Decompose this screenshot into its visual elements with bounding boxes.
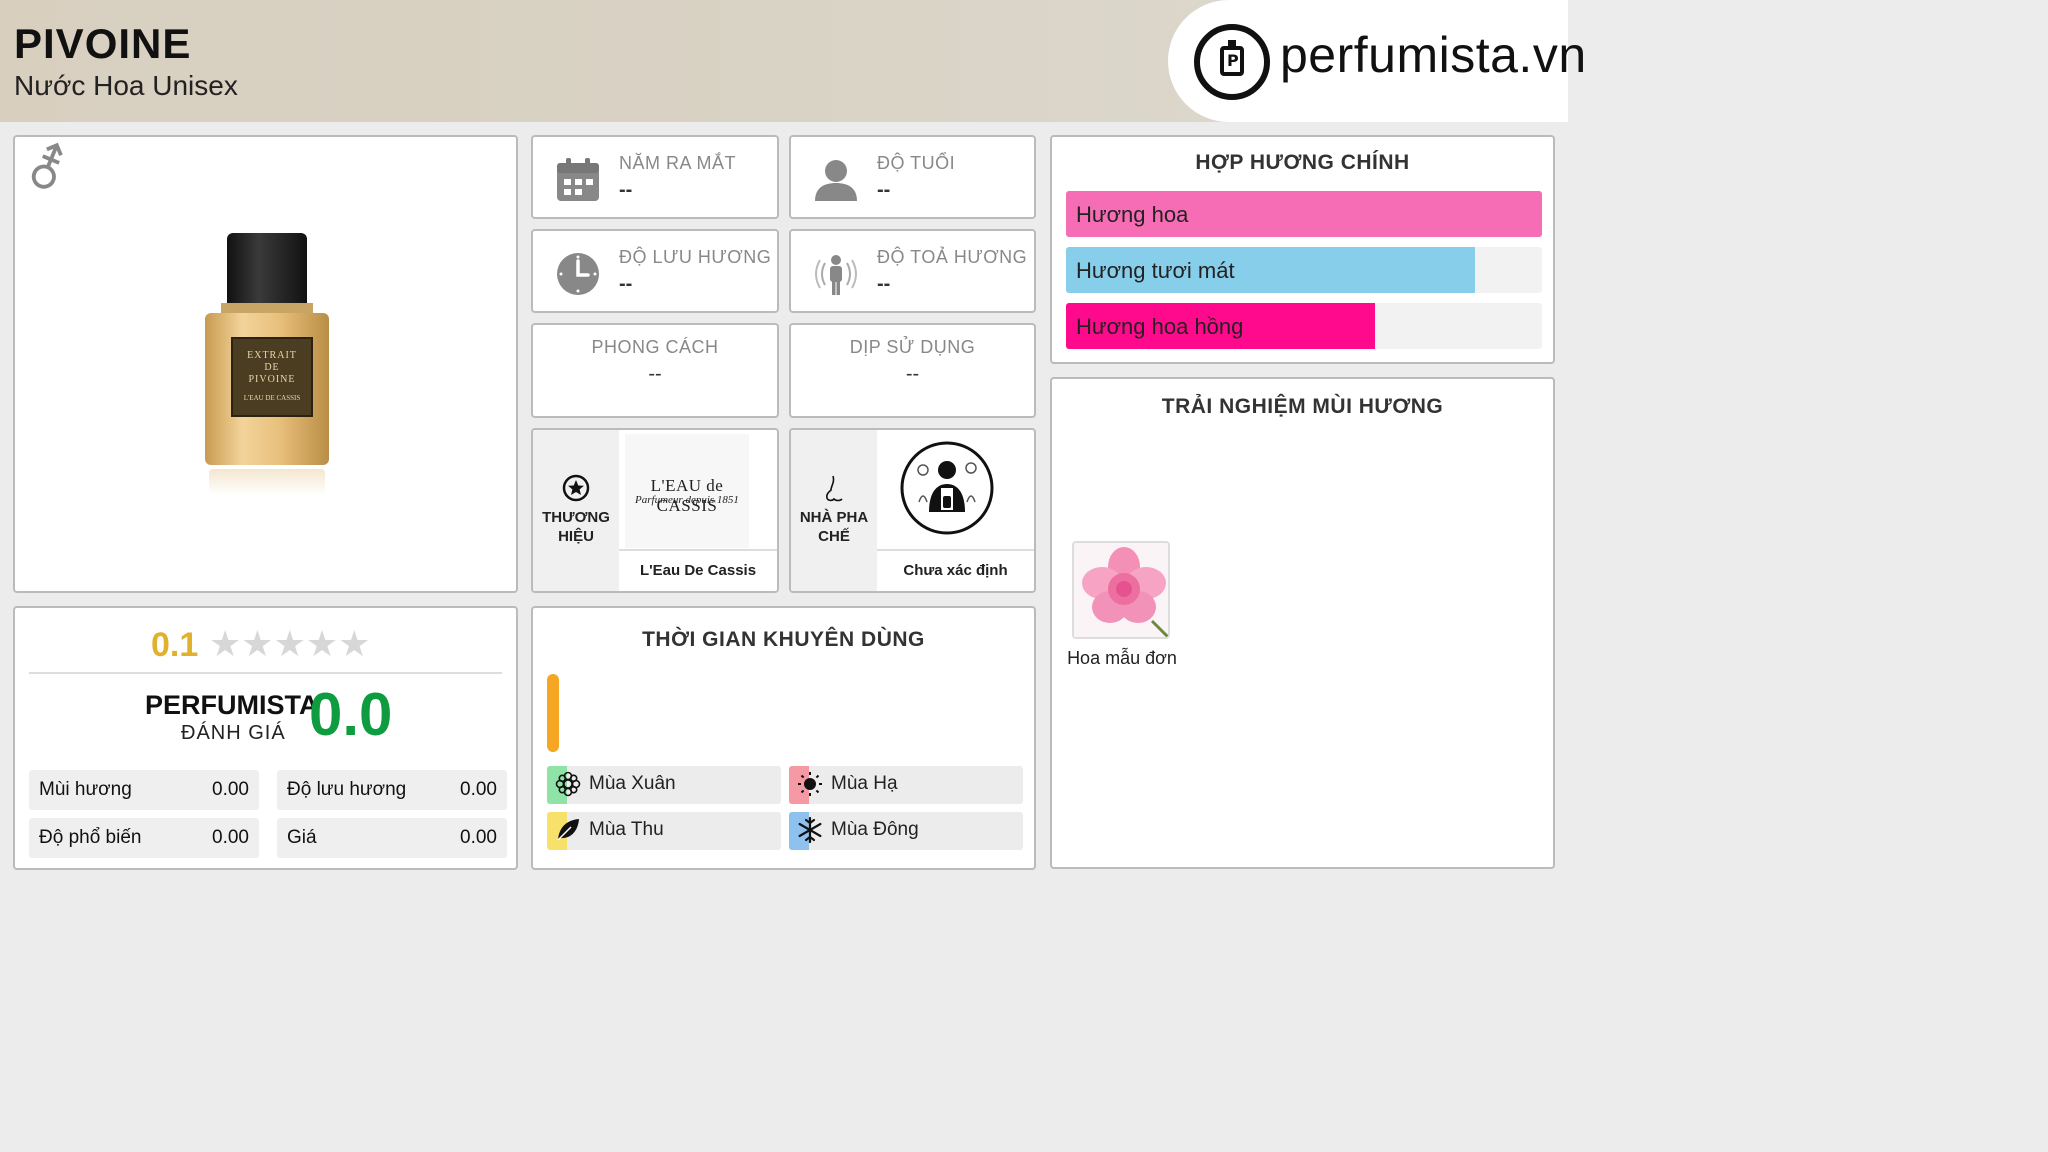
spring-flower-icon [555, 771, 581, 797]
page-header: PIVOINE Nước Hoa Unisex P perfumista.vn [0, 0, 1586, 122]
accord-label: Hương hoa hồng [1076, 314, 1244, 339]
scent-experience-card: TRẢI NGHIỆM MÙI HƯƠNG Hoa mẫu đơn [1050, 377, 1555, 869]
season-winter: Mùa Đông [789, 812, 1023, 850]
main-accords-title: HỢP HƯƠNG CHÍNH [1195, 151, 1410, 174]
season-summer: Mùa Hạ [789, 766, 1023, 804]
metric-scent: Mùi hương 0.00 [29, 770, 259, 810]
metric-longevity: Độ lưu hương 0.00 [277, 770, 507, 810]
site-logo[interactable]: P perfumista.vn [1168, 0, 1586, 122]
brand-card[interactable]: THƯƠNG HIỆU L'EAU de CASSIS Parfumeur de… [531, 428, 779, 593]
accord-label: Hương hoa [1076, 202, 1189, 227]
unisex-icon: ⚦ [25, 142, 69, 200]
occasion-card: DỊP SỬ DỤNG -- [789, 323, 1036, 418]
perfumista-sub-label: ĐÁNH GIÁ [181, 722, 286, 744]
release-year-label: NĂM RA MẮT [619, 153, 737, 173]
person-icon [815, 160, 857, 201]
star-icon[interactable]: ★ [274, 624, 306, 665]
peony-flower-icon[interactable] [1072, 541, 1170, 639]
perfumer-card[interactable]: NHÀ PHA CHẾ Chưa xác định [789, 428, 1036, 593]
sillage-card: ĐỘ TOẢ HƯƠNG -- [789, 229, 1036, 313]
recommended-time-title: THỜI GIAN KHUYÊN DÙNG [642, 628, 925, 651]
age-card: ĐỘ TUỔI -- [789, 135, 1036, 219]
release-year-value: -- [619, 179, 633, 201]
rating-stars[interactable]: ★★★★★ [209, 624, 370, 665]
style-label: PHONG CÁCH [591, 337, 719, 357]
accord-bar: Hương hoa hồng [1066, 303, 1542, 349]
clock-icon [557, 253, 599, 295]
accord-bar: Hương hoa [1066, 191, 1542, 237]
longevity-card: ĐỘ LƯU HƯƠNG -- [531, 229, 779, 313]
metric-price: Giá 0.00 [277, 818, 507, 858]
radiating-person-icon [815, 255, 857, 295]
perfume-subtitle: Nước Hoa Unisex [14, 70, 238, 101]
brand-logo: L'EAU de CASSIS Parfumeur depuis 1851 [625, 434, 749, 548]
star-icon[interactable]: ★ [241, 624, 273, 665]
star-icon[interactable]: ★ [209, 624, 241, 665]
product-bottle-image: EXTRAIT DE PIVOINE L'EAU DE CASSIS [205, 233, 329, 495]
perfumista-score: 0.0 [309, 681, 393, 748]
season-autumn: Mùa Thu [547, 812, 781, 850]
leaf-icon [557, 819, 579, 841]
sun-icon [798, 772, 822, 796]
perfumer-avatar [883, 434, 1007, 548]
rating-card: 0.1 ★★★★★ PERFUMISTA ĐÁNH GIÁ 0.0 Mùi hư… [13, 606, 518, 870]
scent-experience-title: TRẢI NGHIỆM MÙI HƯƠNG [1161, 395, 1444, 418]
perfume-bottle-logo-icon: P [1194, 24, 1270, 100]
brand-name: L'Eau De Cassis [619, 549, 777, 591]
note-label: Hoa mẫu đơn [1067, 648, 1177, 668]
style-value: -- [648, 363, 662, 385]
perfumer-label: NHÀ PHA CHẾ [799, 509, 869, 545]
perfume-title: PIVOINE [14, 20, 192, 67]
recommended-time-card: THỜI GIAN KHUYÊN DÙNG Mùa Xuân Mùa Hạ Mù… [531, 606, 1036, 870]
occasion-label: DỊP SỬ DỤNG [849, 337, 976, 357]
accord-label: Hương tươi mát [1076, 258, 1235, 283]
perfumer-avatar-icon [900, 441, 994, 535]
sillage-label: ĐỘ TOẢ HƯƠNG [877, 247, 1028, 267]
brand-label: THƯƠNG HIỆU [542, 509, 610, 545]
age-value: -- [877, 179, 891, 201]
user-rating-score: 0.1 [151, 626, 199, 664]
accord-bar: Hương tươi mát [1066, 247, 1542, 293]
style-card: PHONG CÁCH -- [531, 323, 779, 418]
age-label: ĐỘ TUỔI [877, 153, 956, 173]
perfumer-name: Chưa xác định [877, 549, 1034, 591]
perfumista-label: PERFUMISTA [145, 690, 319, 720]
product-image-card: ⚦ EXTRAIT DE PIVOINE L'EAU DE CASSIS [13, 135, 518, 593]
star-badge-icon [562, 474, 590, 502]
calendar-icon [557, 158, 599, 201]
main-accords-card: HỢP HƯƠNG CHÍNH Hương hoa Hương tươi mát… [1050, 135, 1555, 364]
time-of-day-bar [547, 674, 559, 752]
snowflake-icon [798, 817, 822, 843]
metric-popularity: Độ phổ biến 0.00 [29, 818, 259, 858]
nose-icon [826, 475, 843, 502]
release-year-card: NĂM RA MẮT -- [531, 135, 779, 219]
sillage-value: -- [877, 273, 891, 295]
star-icon[interactable]: ★ [338, 624, 370, 665]
occasion-value: -- [905, 363, 920, 385]
season-spring: Mùa Xuân [547, 766, 781, 804]
longevity-label: ĐỘ LƯU HƯƠNG [619, 247, 772, 267]
logo-text: perfumista.vn [1280, 27, 1587, 83]
star-icon[interactable]: ★ [306, 624, 338, 665]
longevity-value: -- [619, 273, 633, 295]
